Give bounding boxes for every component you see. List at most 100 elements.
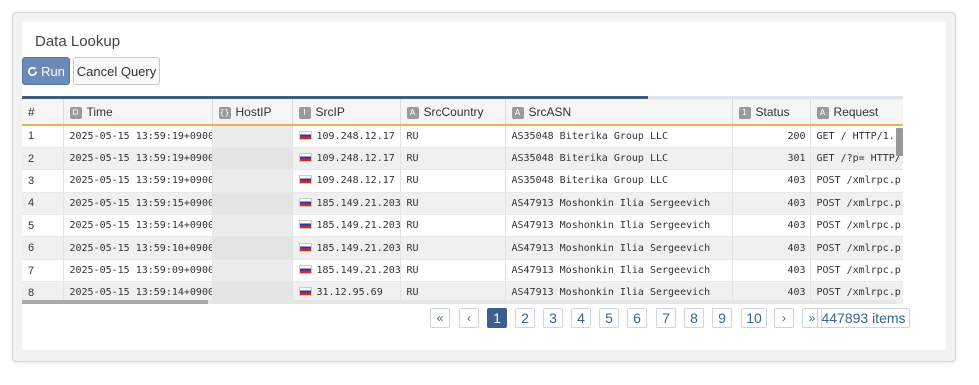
table-header-row: # D Time {} HostIP I SrcIP A SrcCountry A SrcASN 1 S…	[22, 99, 903, 126]
srcip-cell-text: 31.12.95.69	[316, 287, 383, 299]
time-cell-text: 2025-05-15 13:59:19+0900	[69, 130, 212, 142]
page-button-8[interactable]: 8	[684, 308, 704, 328]
time-cell-text: 2025-05-15 13:59:15+0900	[69, 197, 212, 209]
page-button-2[interactable]: 2	[515, 308, 535, 328]
time-cell-text: 2025-05-15 13:59:10+0900	[69, 242, 212, 254]
page-button-6[interactable]: 6	[627, 308, 647, 328]
status-cell-text: 403	[787, 175, 806, 187]
results-grid: # D Time{} HostIP I SrcIP A SrcCountry A SrcASN 1 S…	[22, 96, 903, 304]
page-button-9[interactable]: 9	[712, 308, 732, 328]
srcip-cell: 109.248.12.17	[292, 125, 401, 148]
page-button-1[interactable]: 1	[487, 308, 507, 328]
time-cell: 2025-05-15 13:59:09+0900	[63, 259, 213, 283]
request-cell: GET / HTTP/1.1	[810, 125, 903, 148]
vertical-scrollbar[interactable]	[896, 128, 903, 156]
run-button[interactable]: Run	[22, 57, 70, 85]
time-cell: 2025-05-15 13:59:14+0900	[63, 214, 213, 238]
page-button-7[interactable]: 7	[656, 308, 676, 328]
column-header[interactable]: {} HostIP	[212, 99, 293, 126]
column-header[interactable]: A SrcASN	[505, 99, 733, 126]
page-button-4[interactable]: 4	[571, 308, 591, 328]
column-header[interactable]: #	[22, 99, 64, 126]
status-cell: 200	[732, 125, 811, 148]
table-row[interactable]: 6 2025-05-15 13:59:10+0900 185.149.21.203 R…	[22, 236, 903, 260]
src-country-cell-text: RU	[406, 242, 419, 254]
column-header-label: Status	[755, 104, 790, 119]
russia-flag-icon	[298, 130, 312, 140]
src-asn-cell-text: AS35048 Biterika Group LLC	[511, 175, 669, 187]
first-page-button[interactable]: «	[430, 308, 450, 328]
page-button-5[interactable]: 5	[599, 308, 619, 328]
srcip-cell-text: 109.248.12.17	[316, 153, 395, 165]
srcip-cell: 185.149.21.203	[292, 214, 401, 238]
table-row[interactable]: 5 2025-05-15 13:59:14+0900 185.149.21.203 R…	[22, 214, 903, 238]
results-table: # D Time{} HostIP I SrcIP A SrcCountry A SrcASN 1 S…	[22, 99, 903, 304]
row-number: 6	[22, 236, 64, 260]
table-row[interactable]: 4 2025-05-15 13:59:15+0900 185.149.21.203 R…	[22, 192, 903, 216]
table-body: 1 2025-05-15 13:59:19+0900 109.248.12.17 RU…	[22, 125, 903, 304]
russia-flag-icon	[298, 175, 312, 185]
total-items-count: 447893 items	[817, 308, 910, 328]
src-country-cell-text: RU	[406, 130, 419, 142]
cancel-query-button[interactable]: Cancel Query	[73, 57, 160, 85]
page-button-3[interactable]: 3	[543, 308, 563, 328]
table-row[interactable]: 7 2025-05-15 13:59:09+0900 185.149.21.203 R…	[22, 259, 903, 283]
src-asn-cell: AS47913 Moshonkin Ilia Sergeevich	[505, 214, 733, 238]
previous-page-button[interactable]: ‹	[459, 308, 479, 328]
column-header[interactable]: A Request	[810, 99, 903, 126]
column-header[interactable]: I SrcIP	[292, 99, 401, 126]
column-type-icon: A	[406, 106, 419, 119]
src-country-cell-text: RU	[406, 175, 419, 187]
request-cell: GET /?p= HTTP/	[810, 147, 903, 171]
status-cell: 403	[732, 192, 811, 216]
time-cell: 2025-05-15 13:59:19+0900	[63, 147, 213, 171]
column-header[interactable]: 1 Status	[732, 99, 811, 126]
row-number: 7	[22, 259, 64, 283]
next-page-button[interactable]: ›	[774, 308, 794, 328]
column-header-label: HostIP	[235, 104, 272, 119]
src-asn-cell: AS35048 Biterika Group LLC	[505, 169, 733, 193]
src-country-cell-text: RU	[406, 153, 419, 165]
column-header[interactable]: D Time	[63, 99, 213, 126]
status-cell-text: 200	[787, 130, 806, 142]
russia-flag-icon	[298, 197, 312, 207]
srcip-cell-text: 109.248.12.17	[316, 130, 395, 142]
row-number: 2	[22, 147, 64, 171]
page-button-10[interactable]: 10	[741, 308, 767, 328]
hostip-cell	[212, 125, 293, 148]
request-cell-text: POST /xmlrpc.p	[816, 175, 901, 187]
status-cell: 301	[732, 147, 811, 171]
column-header-label: SrcIP	[315, 104, 345, 119]
status-cell-text: 301	[787, 153, 806, 165]
column-header[interactable]: A SrcCountry	[400, 99, 506, 126]
srcip-cell: 185.149.21.203	[292, 192, 401, 216]
row-number-text: 1	[28, 130, 35, 143]
time-cell-text: 2025-05-15 13:59:14+0900	[69, 287, 212, 299]
srcip-cell-text: 185.149.21.203	[316, 197, 400, 209]
table-row[interactable]: 2 2025-05-15 13:59:19+0900 109.248.12.17 RU…	[22, 147, 903, 171]
request-cell: POST /xmlrpc.p	[810, 192, 903, 216]
row-number: 5	[22, 214, 64, 238]
time-cell: 2025-05-15 13:59:19+0900	[63, 125, 213, 148]
hostip-cell	[212, 169, 293, 193]
time-cell-text: 2025-05-15 13:59:14+0900	[69, 220, 212, 232]
src-country-cell-text: RU	[406, 220, 419, 232]
status-cell: 403	[732, 169, 811, 193]
src-country-cell: RU	[400, 236, 506, 260]
row-number-text: 5	[28, 219, 35, 232]
horizontal-scrollbar[interactable]	[22, 300, 208, 304]
table-row[interactable]: 1 2025-05-15 13:59:19+0900 109.248.12.17 RU…	[22, 125, 903, 148]
src-asn-cell-text: AS47913 Moshonkin Ilia Sergeevich	[511, 220, 711, 232]
table-row[interactable]: 3 2025-05-15 13:59:19+0900 109.248.12.17 RU…	[22, 169, 903, 193]
hostip-cell	[212, 214, 293, 238]
hostip-cell	[212, 259, 293, 283]
row-number: 3	[22, 169, 64, 193]
time-cell-text: 2025-05-15 13:59:19+0900	[69, 175, 212, 187]
src-asn-cell: AS47913 Moshonkin Ilia Sergeevich	[505, 259, 733, 283]
request-cell-text: POST /xmlrpc.p	[816, 265, 901, 277]
hostip-cell	[212, 147, 293, 171]
row-number-text: 6	[28, 242, 35, 255]
status-cell: 403	[732, 236, 811, 260]
row-number-text: 7	[28, 264, 35, 277]
time-cell-text: 2025-05-15 13:59:19+0900	[69, 153, 212, 165]
